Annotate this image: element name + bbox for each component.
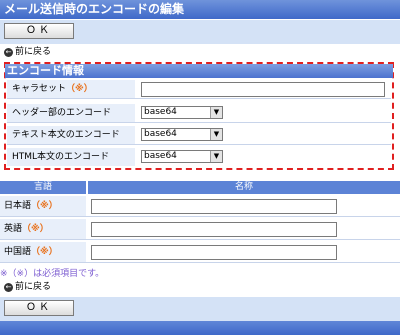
header-encoding-row: ヘッダー部のエンコード base64 ▼ [7,104,391,123]
required-mark: （※） [22,224,49,234]
required-note: ※（※）は必須項目です。 [0,269,105,279]
charset-label: キャラセット（※） [7,80,135,98]
html-encoding-row: HTML本文のエンコード base64 ▼ [7,148,391,167]
html-encoding-label: HTML本文のエンコード [7,148,135,166]
chevron-down-icon: ▼ [210,129,222,140]
chevron-down-icon: ▼ [210,107,222,118]
required-mark: （※） [31,201,58,211]
back-arrow-icon: ← [4,47,13,57]
charset-row: キャラセット（※） [7,80,391,99]
ok-button-top[interactable]: ＯＫ [4,23,74,39]
language-row-chinese: 中国語（※） [0,242,400,263]
chinese-name-input[interactable] [91,245,337,260]
charset-input[interactable] [141,82,385,97]
top-toolbar: ＯＫ [0,20,400,44]
text-encoding-row: テキスト本文のエンコード base64 ▼ [7,126,391,145]
page-title: メール送信時のエンコードの編集 [0,0,400,19]
language-column-header: 言語 [0,181,86,194]
bottom-toolbar: ＯＫ [0,297,400,321]
text-encoding-label: テキスト本文のエンコード [7,126,135,144]
required-mark: （※） [66,84,93,94]
japanese-name-input[interactable] [91,199,337,214]
back-link-label: 前に戻る [15,282,52,292]
language-label: 中国語（※） [0,242,86,262]
language-label: 日本語（※） [0,196,86,216]
ok-button-bottom[interactable]: ＯＫ [4,300,74,316]
back-link-label: 前に戻る [15,47,52,57]
back-arrow-icon: ← [4,282,13,292]
language-row-english: 英語（※） [0,219,400,240]
header-encoding-label: ヘッダー部のエンコード [7,104,135,122]
encoding-section-title: エンコード情報 [5,64,393,78]
footer-bar [0,321,400,335]
html-encoding-select[interactable]: base64 ▼ [141,150,223,163]
header-encoding-select[interactable]: base64 ▼ [141,106,223,119]
language-label: 英語（※） [0,219,86,239]
name-column-header: 名称 [88,181,400,194]
chevron-down-icon: ▼ [210,151,222,162]
language-row-japanese: 日本語（※） [0,196,400,217]
back-link-bottom[interactable]: ← 前に戻る [4,281,51,293]
english-name-input[interactable] [91,222,337,237]
required-mark: （※） [31,247,58,257]
back-link-top[interactable]: ← 前に戻る [4,46,51,58]
text-encoding-select[interactable]: base64 ▼ [141,128,223,141]
